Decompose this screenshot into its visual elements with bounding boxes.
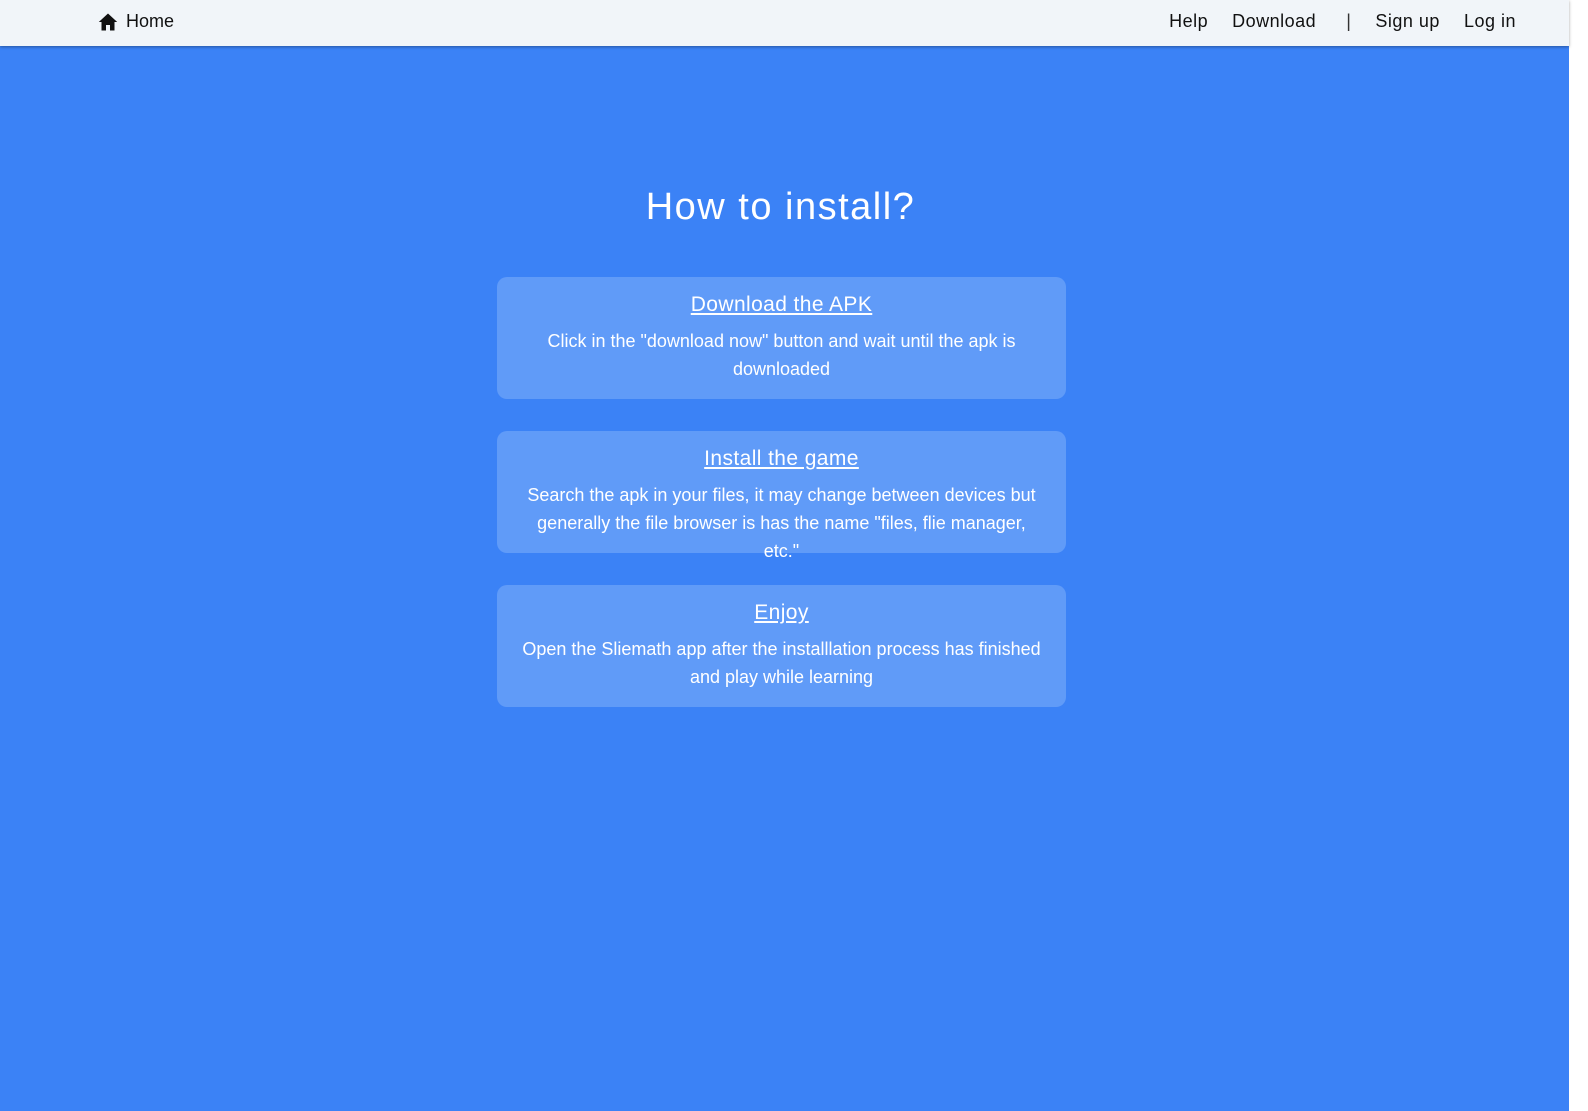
install-steps: Download the APK Click in the "download … [497,277,1066,739]
step-description-download: Click in the "download now" button and w… [547,331,1016,379]
step-title-download[interactable]: Download the APK [691,293,873,317]
top-navbar: Home Help Download | Sign up Log in [0,0,1569,46]
login-link[interactable]: Log in [1464,11,1516,32]
step-title-install[interactable]: Install the game [704,447,859,471]
nav-right-group: Help Download | Sign up Log in [1169,11,1516,32]
scrollbar-gutter [1569,0,1588,1111]
step-description-enjoy: Open the Sliemath app after the installl… [522,639,1041,687]
download-link[interactable]: Download [1232,11,1316,32]
home-link[interactable]: Home [98,11,174,32]
home-label: Home [126,11,175,31]
step-card-enjoy: Enjoy Open the Sliemath app after the in… [497,585,1066,707]
step-title-enjoy[interactable]: Enjoy [754,601,809,625]
help-link[interactable]: Help [1169,11,1208,32]
signup-link[interactable]: Sign up [1375,11,1440,32]
page-title: How to install? [645,186,916,228]
step-card-install: Install the game Search the apk in your … [497,431,1066,561]
step-description-install: Search the apk in your files, it may cha… [527,485,1036,561]
nav-separator: | [1346,11,1352,31]
step-card-download: Download the APK Click in the "download … [497,277,1066,399]
home-icon [98,12,118,32]
